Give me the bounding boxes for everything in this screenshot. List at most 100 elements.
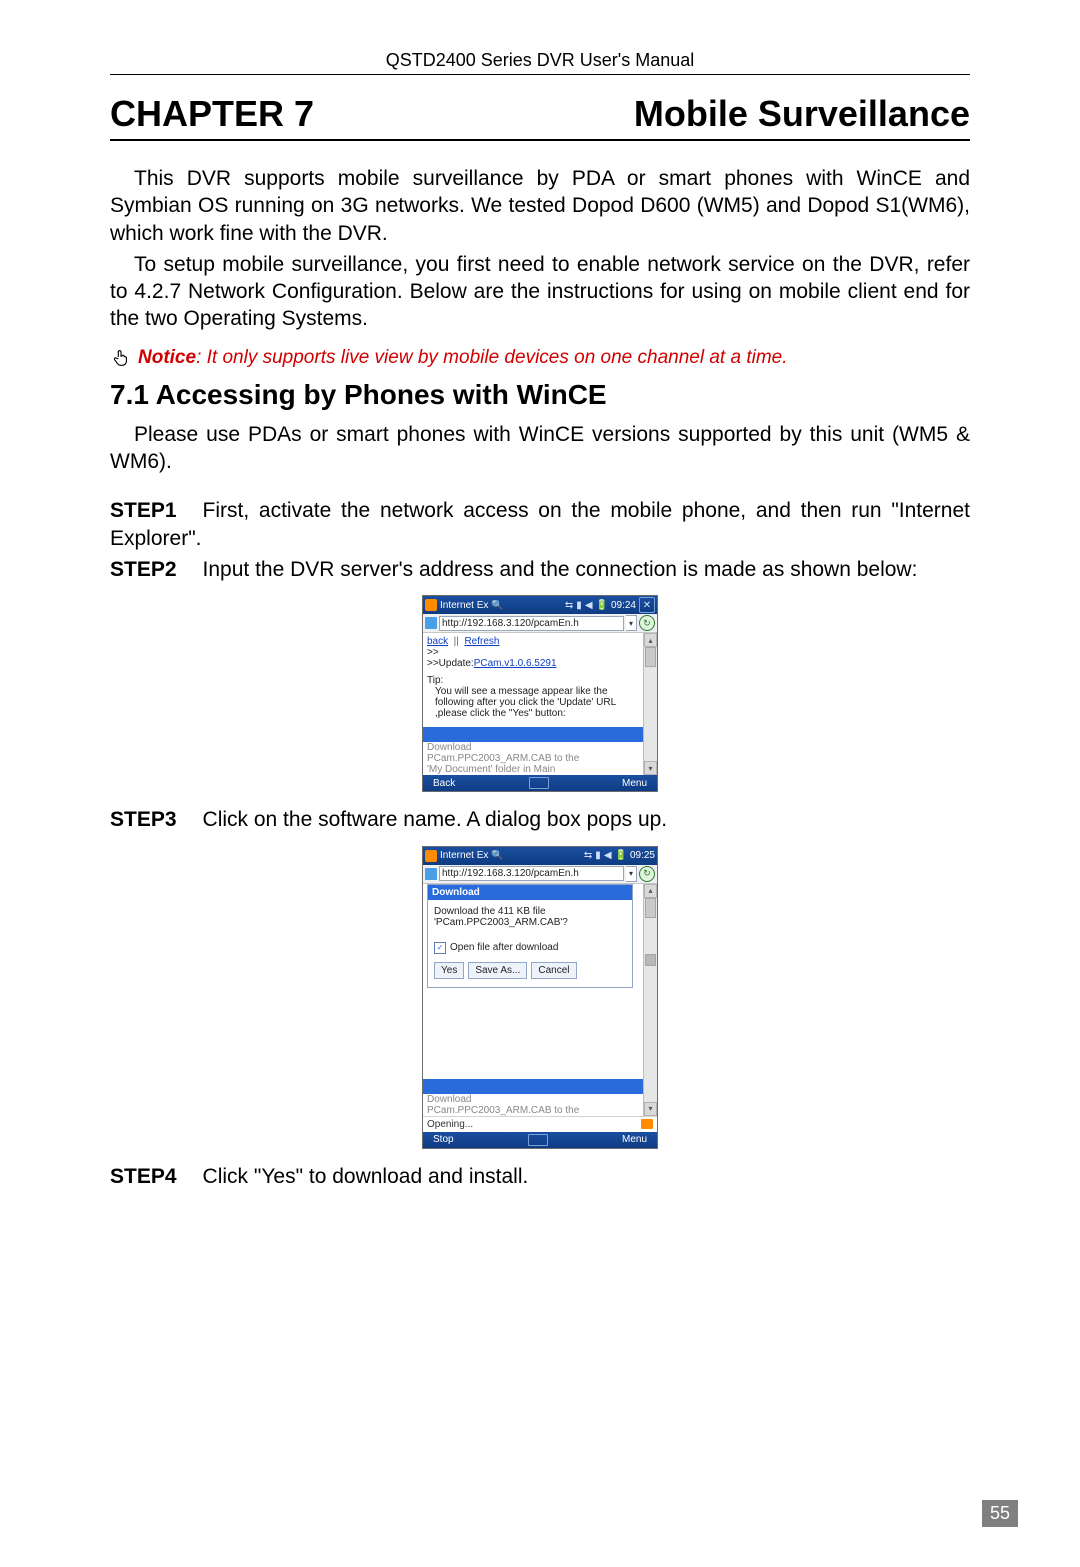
update-prefix: >>Update:: [427, 658, 474, 669]
step2-text: Input the DVR server's address and the c…: [203, 558, 918, 581]
chapter-heading: CHAPTER 7 Mobile Surveillance: [110, 93, 970, 141]
sync-icon: ⇆: [565, 600, 573, 611]
scroll-down-icon[interactable]: ▾: [644, 1102, 657, 1116]
wm-title-text: Internet Ex 🔍: [440, 600, 562, 611]
tip-label: Tip:: [427, 675, 639, 686]
url-field[interactable]: http://192.168.3.120/pcamEn.h: [439, 616, 624, 631]
step3-text: Click on the software name. A dialog box…: [203, 808, 668, 831]
download-label: Download: [427, 742, 639, 753]
wm-title-text: Internet Ex 🔍: [440, 850, 581, 861]
keyboard-icon[interactable]: [529, 777, 549, 789]
step2: STEP2 Input the DVR server's address and …: [110, 556, 970, 583]
dropdown-icon[interactable]: ▾: [626, 615, 637, 631]
download-line1: PCam.PPC2003_ARM.CAB to the: [427, 753, 639, 764]
url-field[interactable]: http://192.168.3.120/pcamEn.h: [439, 866, 624, 881]
figure-1: Internet Ex 🔍 ⇆ ▮ ◀ 🔋 09:24 ✕ http://192…: [110, 595, 970, 792]
download-line1: PCam.PPC2003_ARM.CAB to the: [427, 1105, 639, 1116]
running-header: QSTD2400 Series DVR User's Manual: [110, 50, 970, 75]
tip-body: You will see a message appear like the f…: [427, 686, 639, 719]
dialog-body: Download the 411 KB file 'PCam.PPC2003_A…: [428, 900, 632, 987]
pointer-hand-icon: [110, 347, 132, 369]
step2-label: STEP2: [110, 558, 177, 581]
download-label: Download: [427, 1094, 639, 1105]
browser-viewport: back || Refresh >> >>Update:PCam.v1.0.6.…: [423, 633, 657, 775]
volume-icon: ◀: [585, 600, 593, 611]
dialog-line1: Download the 411 KB file: [434, 906, 626, 917]
ie-logo-icon: [425, 850, 437, 862]
section-intro: Please use PDAs or smart phones with Win…: [110, 421, 970, 476]
open-after-download-checkbox[interactable]: ✓ Open file after download: [434, 942, 626, 954]
step4-text: Click "Yes" to download and install.: [203, 1165, 529, 1188]
magnifier-icon: 🔍: [491, 850, 503, 861]
back-link[interactable]: back: [427, 636, 448, 647]
cancel-button[interactable]: Cancel: [531, 962, 576, 979]
step4: STEP4Click "Yes" to download and install…: [110, 1163, 970, 1190]
dialog-line2: 'PCam.PPC2003_ARM.CAB'?: [434, 917, 626, 928]
softkey-menu[interactable]: Menu: [622, 1134, 647, 1145]
softkey-stop[interactable]: Stop: [433, 1134, 454, 1145]
go-icon[interactable]: ↻: [639, 615, 655, 631]
manual-page: QSTD2400 Series DVR User's Manual CHAPTE…: [0, 0, 1080, 1567]
scroll-marker: [645, 954, 656, 966]
download-line2: 'My Document' folder in Main: [427, 764, 639, 775]
browser-viewport: b>Tli'l" Download Download the 411 KB fi…: [423, 884, 657, 1116]
wm-app-title: Internet Ex: [440, 600, 488, 611]
magnifier-icon: 🔍: [491, 600, 503, 611]
softkey-back[interactable]: Back: [433, 778, 455, 789]
step1-text: First, activate the network access on th…: [110, 499, 970, 549]
page-icon: [425, 868, 437, 880]
refresh-link[interactable]: Refresh: [464, 636, 499, 647]
address-bar: http://192.168.3.120/pcamEn.h ▾ ↻: [423, 614, 657, 633]
address-bar: http://192.168.3.120/pcamEn.h ▾ ↻: [423, 865, 657, 884]
intro-paragraph-1: This DVR supports mobile surveillance by…: [110, 165, 970, 247]
intro-paragraph-2: To setup mobile surveillance, you first …: [110, 251, 970, 333]
step3: STEP3 Click on the software name. A dialo…: [110, 806, 970, 833]
go-icon[interactable]: ↻: [639, 866, 655, 882]
signal-icon: ▮: [576, 600, 582, 611]
page-icon: [425, 617, 437, 629]
status-text: Opening...: [427, 1119, 473, 1130]
scroll-down-icon[interactable]: ▾: [644, 761, 657, 775]
scroll-thumb[interactable]: [645, 898, 656, 918]
dropdown-icon[interactable]: ▾: [626, 866, 637, 882]
step3-label: STEP3: [110, 808, 177, 831]
checkbox-icon: ✓: [434, 942, 446, 954]
download-dialog: Download Download the 411 KB file 'PCam.…: [427, 884, 633, 988]
save-as-button[interactable]: Save As...: [468, 962, 527, 979]
step1-label: STEP1: [110, 499, 177, 522]
notice-label: Notice: [138, 347, 196, 368]
volume-icon: ◀: [604, 850, 612, 861]
status-bar: Opening...: [423, 1116, 657, 1132]
step1: STEP1First, activate the network access …: [110, 497, 970, 552]
notice-row: Notice: It only supports live view by mo…: [110, 347, 970, 369]
selected-bar: [423, 1079, 643, 1094]
softkey-menu[interactable]: Menu: [622, 778, 647, 789]
battery-icon: 🔋: [615, 850, 627, 861]
clock-text: 09:24: [611, 600, 636, 611]
scroll-up-icon[interactable]: ▴: [644, 633, 657, 647]
wm-titlebar: Internet Ex 🔍 ⇆ ▮ ◀ 🔋 09:24 ✕: [423, 596, 657, 614]
notice-text: Notice: It only supports live view by mo…: [138, 347, 788, 369]
update-link[interactable]: PCam.v1.0.6.5291: [474, 658, 557, 669]
scroll-up-icon[interactable]: ▴: [644, 884, 657, 898]
keyboard-icon[interactable]: [528, 1134, 548, 1146]
section-heading: 7.1 Accessing by Phones with WinCE: [110, 379, 970, 411]
scroll-thumb[interactable]: [645, 647, 656, 667]
wm-softkey-bar: Back Menu: [423, 775, 657, 791]
dialog-buttons: Yes Save As... Cancel: [434, 962, 626, 979]
status-icons: ⇆ ▮ ◀ 🔋 09:24: [565, 600, 636, 611]
figure-2: Internet Ex 🔍 ⇆ ▮ ◀ 🔋 09:25 http://192.1…: [110, 846, 970, 1149]
ie-logo-icon: [425, 599, 437, 611]
sync-icon: ⇆: [584, 850, 592, 861]
scrollbar[interactable]: ▴ ▾: [643, 633, 657, 775]
status-icons: ⇆ ▮ ◀ 🔋 09:25: [584, 850, 655, 861]
signal-icon: ▮: [595, 850, 601, 861]
separator: ||: [451, 636, 465, 647]
close-icon[interactable]: ✕: [639, 597, 655, 613]
clock-text: 09:25: [630, 850, 655, 861]
yes-button[interactable]: Yes: [434, 962, 464, 979]
scrollbar[interactable]: ▴ ▾: [643, 884, 657, 1116]
wm-titlebar: Internet Ex 🔍 ⇆ ▮ ◀ 🔋 09:25: [423, 847, 657, 865]
checkbox-label: Open file after download: [450, 942, 558, 953]
wince-screenshot-1: Internet Ex 🔍 ⇆ ▮ ◀ 🔋 09:24 ✕ http://192…: [422, 595, 658, 792]
